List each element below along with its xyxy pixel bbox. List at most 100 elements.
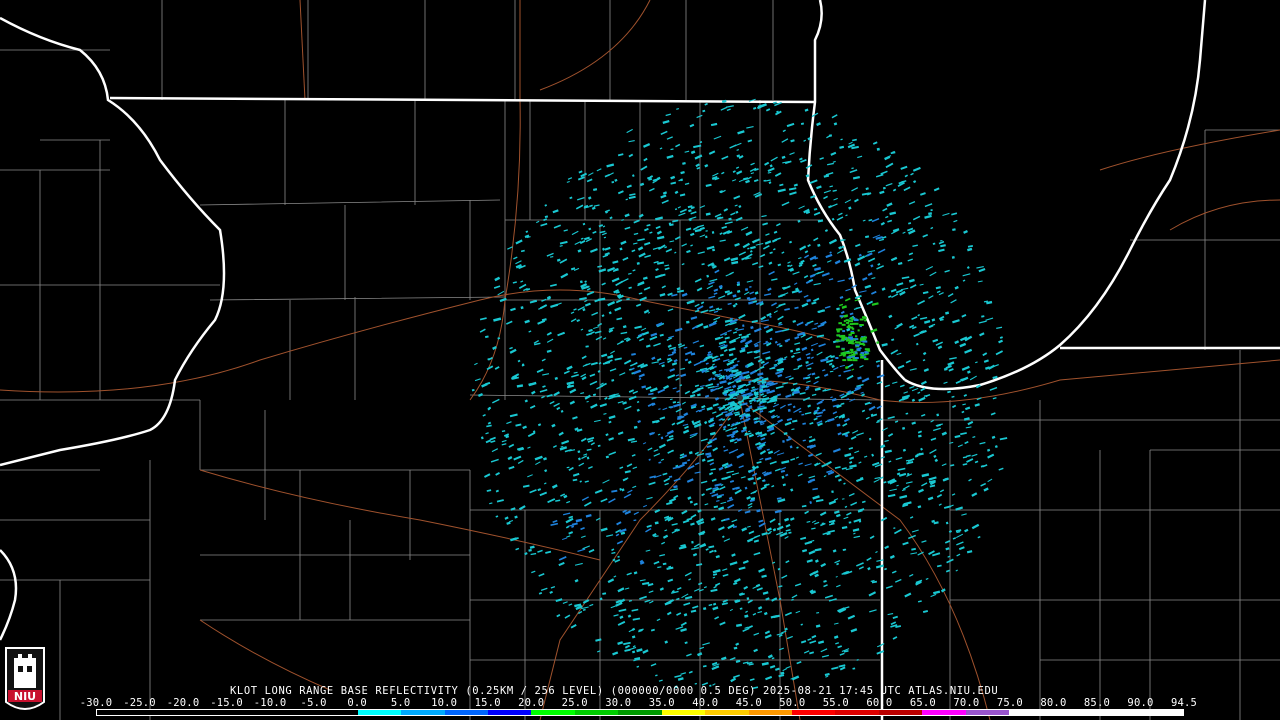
color-scale-segment <box>1139 710 1183 715</box>
echo-speck <box>843 353 847 356</box>
legend-ticks: -30.0 -25.0 -20.0 -15.0 -10.0 -5.0 0.0 5.0 10.0 1… <box>80 697 1198 709</box>
echo-speck <box>841 348 845 351</box>
echo-speck <box>854 338 858 341</box>
echo-speck <box>521 363 525 366</box>
color-scale-segment <box>574 710 619 715</box>
color-scale-segment <box>878 710 923 715</box>
echo-speck <box>843 320 846 323</box>
legend-tick: 94.5 <box>1170 697 1198 709</box>
color-scale-segment <box>401 710 445 715</box>
echo-speck <box>849 323 853 326</box>
legend-tick: 40.0 <box>692 697 719 709</box>
color-scale-segment <box>444 710 488 715</box>
color-scale-segment <box>1009 710 1053 715</box>
echo-speck <box>848 336 853 339</box>
legend-tick: 60.0 <box>866 697 893 709</box>
echo-speck <box>846 356 852 359</box>
color-scale-segment <box>792 710 836 715</box>
echo-speck <box>860 351 864 354</box>
legend-tick: 0.0 <box>347 697 367 709</box>
legend-tick: 10.0 <box>431 697 458 709</box>
echo-speck <box>861 338 866 341</box>
color-scale-segment <box>183 710 228 715</box>
echo-speck <box>488 406 491 410</box>
color-scale-segment <box>270 710 315 715</box>
reflectivity-color-scale <box>96 709 1184 716</box>
echo-speck <box>839 335 844 338</box>
radar-map <box>0 0 1280 720</box>
legend-tick: -10.0 <box>253 697 287 709</box>
echo-speck <box>846 351 850 354</box>
color-scale-segment <box>618 710 662 715</box>
color-scale-segment <box>748 710 792 715</box>
echo-speck <box>831 490 834 494</box>
legend-tick: 5.0 <box>390 697 411 709</box>
svg-text:NIU: NIU <box>14 690 36 703</box>
echo-speck <box>855 335 858 338</box>
color-scale-segment <box>97 710 141 715</box>
color-scale-segment <box>922 710 966 715</box>
color-scale-segment <box>1052 710 1097 715</box>
echo-speck <box>848 326 854 329</box>
echo-speck <box>846 339 849 342</box>
color-scale-segment <box>140 710 184 715</box>
echo-speck <box>787 408 791 412</box>
color-scale-segment <box>357 710 402 715</box>
echo-speck <box>864 351 869 354</box>
echo-speck <box>851 342 855 345</box>
niu-logo: NIU <box>4 646 46 716</box>
color-scale-segment <box>227 710 271 715</box>
radar-site-marker <box>737 395 743 401</box>
color-scale-segment <box>661 710 706 715</box>
echo-speck <box>841 245 845 249</box>
color-scale-segment <box>835 710 879 715</box>
legend-tick: 45.0 <box>735 697 762 709</box>
echo-speck <box>835 345 840 348</box>
echo-speck <box>862 340 868 343</box>
legend-tick: -15.0 <box>210 697 243 709</box>
legend-tick: 50.0 <box>779 697 806 709</box>
echo-speck <box>847 359 853 362</box>
legend-tick: -25.0 <box>123 697 156 709</box>
echo-speck <box>838 322 842 325</box>
echo-speck <box>857 349 861 352</box>
legend-tick: 65.0 <box>909 697 936 709</box>
echo-speck <box>876 147 880 151</box>
echo-speck <box>471 388 475 392</box>
echo-speck <box>835 357 839 359</box>
color-scale-segment <box>705 710 749 715</box>
legend-tick: 25.0 <box>561 697 588 709</box>
echo-speck <box>864 319 867 322</box>
echo-speck <box>850 332 855 334</box>
echo-speck <box>842 359 847 362</box>
legend-tick: 55.0 <box>822 697 849 709</box>
echo-speck <box>745 288 749 291</box>
echo-speck <box>851 351 854 354</box>
legend-tick: -5.0 <box>300 697 327 709</box>
echo-speck <box>862 316 866 319</box>
echo-speck <box>860 355 864 358</box>
legend-tick: 85.0 <box>1083 697 1110 709</box>
color-scale-segment <box>531 710 575 715</box>
legend-tick: 30.0 <box>605 697 632 709</box>
echo-speck <box>864 358 869 361</box>
echo-speck <box>850 317 854 320</box>
echo-speck <box>849 348 853 351</box>
legend-tick: 80.0 <box>1040 697 1067 709</box>
echo-speck <box>835 339 840 342</box>
echo-speck <box>859 324 864 326</box>
legend-tick: 90.0 <box>1127 697 1154 709</box>
echo-speck <box>854 319 859 322</box>
echo-speck <box>848 320 853 323</box>
echo-speck <box>843 315 847 318</box>
echo-speck <box>843 336 847 339</box>
legend-tick: 75.0 <box>996 697 1023 709</box>
echo-speck <box>691 540 694 544</box>
echo-speck <box>854 351 858 354</box>
product-caption: KLOT LONG RANGE BASE REFLECTIVITY (0.25K… <box>230 685 999 697</box>
echo-speck <box>848 333 852 336</box>
echo-speck <box>841 338 846 341</box>
echo-speck <box>839 315 845 318</box>
color-scale-segment <box>965 710 1010 715</box>
echo-speck <box>852 359 858 362</box>
